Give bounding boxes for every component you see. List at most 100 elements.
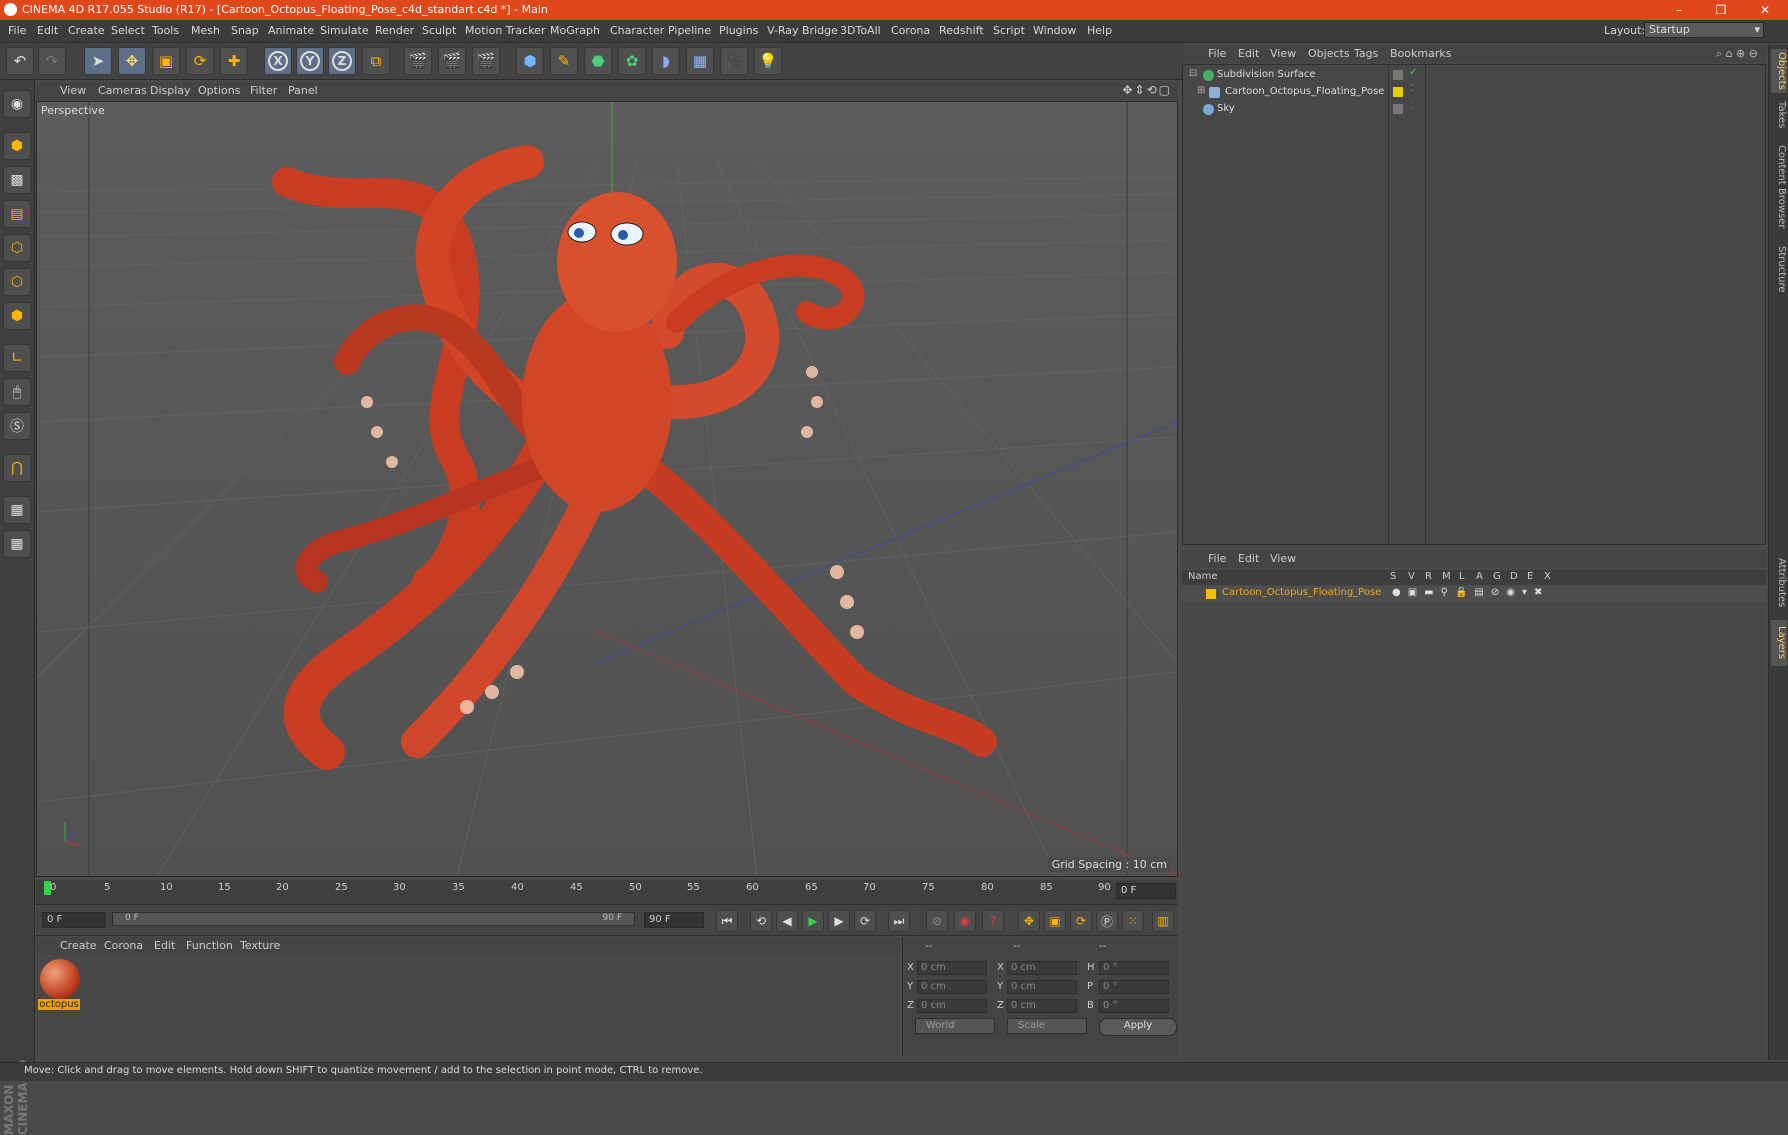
column-deformers[interactable]: D xyxy=(1510,571,1518,582)
cube-object-button[interactable]: ⬢ xyxy=(516,47,544,75)
planar-workplane-button[interactable]: ▦ xyxy=(3,530,31,558)
go-to-start-button[interactable]: ⏮ xyxy=(716,910,738,932)
previous-frame-button[interactable]: ◀ xyxy=(776,910,798,932)
layer-color-swatch[interactable] xyxy=(1206,589,1216,599)
workplane-mode-button[interactable]: ▤ xyxy=(3,200,31,228)
column-view[interactable]: V xyxy=(1408,571,1415,582)
obj-menu-tags[interactable]: Tags xyxy=(1354,47,1378,60)
start-frame-field[interactable]: 0 F xyxy=(42,912,106,928)
vp-menu-view[interactable]: View xyxy=(60,84,86,97)
visibility-icon[interactable] xyxy=(1393,70,1403,80)
redo-button[interactable]: ↷ xyxy=(38,47,66,75)
edges-mode-button[interactable]: ⬡ xyxy=(3,268,31,296)
dots-icon[interactable]: ⁚ xyxy=(1411,84,1414,94)
rotation-h-field[interactable]: 0 ° xyxy=(1099,961,1169,975)
end-frame-field[interactable]: 90 F xyxy=(644,912,704,928)
position-y-field[interactable]: 0 cm xyxy=(917,980,987,994)
move-tool-button[interactable]: ✥ xyxy=(118,47,146,75)
tab-attributes[interactable]: Attributes xyxy=(1771,550,1787,616)
key-scale-button[interactable]: ▣ xyxy=(1044,910,1066,932)
frame-range-slider[interactable]: 0 F 90 F xyxy=(112,912,635,926)
viewport-navigation-icons[interactable]: ✥⇕⟲▢ xyxy=(1122,83,1172,97)
dots-icon[interactable]: ⁚ xyxy=(1411,101,1414,111)
menu-mograph[interactable]: MoGraph xyxy=(550,24,600,37)
world-coordinates-button[interactable]: ⧉ xyxy=(362,47,390,75)
menu-select[interactable]: Select xyxy=(111,24,145,37)
vp-menu-options[interactable]: Options xyxy=(198,84,240,97)
visibility-icon[interactable] xyxy=(1393,104,1403,114)
select-tool-button[interactable]: ➤ xyxy=(84,47,112,75)
menu-render[interactable]: Render xyxy=(375,24,414,37)
tab-takes[interactable]: Takes xyxy=(1771,97,1787,133)
object-row[interactable]: ⊟ Subdivision Surface ✓ xyxy=(1183,67,1765,84)
perspective-viewport[interactable]: Perspective Grid Spacing : 10 cm xyxy=(36,101,1178,877)
lock-workplane-button[interactable]: ▦ xyxy=(3,496,31,524)
position-z-field[interactable]: 0 cm xyxy=(917,999,987,1013)
rotation-b-field[interactable]: 0 ° xyxy=(1099,999,1169,1013)
timeline-ruler[interactable]: 0 5 10 15 20 25 30 35 40 45 50 55 60 65 … xyxy=(36,880,1178,905)
record-keys-button[interactable]: ⊘ xyxy=(926,910,948,932)
next-key-button[interactable]: ⟳ xyxy=(854,910,876,932)
menu-file[interactable]: File xyxy=(8,24,26,37)
polygons-mode-button[interactable]: ⬢ xyxy=(3,302,31,330)
y-axis-button[interactable]: Y xyxy=(296,47,324,75)
menu-corona[interactable]: Corona xyxy=(891,24,930,37)
menu-plugins[interactable]: Plugins xyxy=(719,24,758,37)
floor-button[interactable]: ▦ xyxy=(686,47,714,75)
layout-select[interactable]: Startup ▾ xyxy=(1644,22,1764,38)
menu-animate[interactable]: Animate xyxy=(268,24,314,37)
vp-menu-display[interactable]: Display xyxy=(150,84,191,97)
tab-objects[interactable]: Objects xyxy=(1771,49,1787,93)
x-axis-button[interactable]: X xyxy=(264,47,292,75)
layer-menu-file[interactable]: File xyxy=(1208,552,1226,565)
menu-sculpt[interactable]: Sculpt xyxy=(422,24,456,37)
column-generators[interactable]: G xyxy=(1493,571,1501,582)
obj-menu-file[interactable]: File xyxy=(1208,47,1226,60)
keyframe-selection-button[interactable]: ? xyxy=(982,910,1004,932)
close-button[interactable]: ✕ xyxy=(1750,1,1780,19)
collapse-icon[interactable]: ⊟ xyxy=(1189,68,1197,79)
search-icon[interactable]: ⌕ ⌂ ⊕ ⊖ xyxy=(1716,47,1758,61)
previous-key-button[interactable]: ⟲ xyxy=(750,910,772,932)
vp-menu-panel[interactable]: Panel xyxy=(288,84,318,97)
magnet-button[interactable]: ⋂ xyxy=(3,454,31,482)
axis-mode-button[interactable]: ∟ xyxy=(3,344,31,372)
model-mode-button[interactable]: ⬢ xyxy=(3,132,31,160)
menu-simulate[interactable]: Simulate xyxy=(320,24,369,37)
checkmark-icon[interactable]: ✓ xyxy=(1409,67,1417,78)
layer-row[interactable]: Cartoon_Octopus_Floating_Pose ●▣▬⚲🔒▤⊘◉▾✖ xyxy=(1182,586,1766,602)
camera-button[interactable]: 🎥 xyxy=(720,47,748,75)
menu-redshift[interactable]: Redshift xyxy=(939,24,984,37)
layer-menu-edit[interactable]: Edit xyxy=(1238,552,1259,565)
mat-menu-corona[interactable]: Corona xyxy=(104,939,143,952)
column-locked[interactable]: L xyxy=(1459,571,1465,582)
menu-edit[interactable]: Edit xyxy=(37,24,58,37)
layer-menu-view[interactable]: View xyxy=(1270,552,1296,565)
render-picture-viewer-button[interactable]: 🎬 xyxy=(438,47,466,75)
menu-mesh[interactable]: Mesh xyxy=(191,24,220,37)
undo-button[interactable]: ↶ xyxy=(6,47,34,75)
render-settings-button[interactable]: 🎬 xyxy=(472,47,500,75)
obj-menu-edit[interactable]: Edit xyxy=(1238,47,1259,60)
column-expressions[interactable]: E xyxy=(1527,571,1533,582)
subdivision-surface-button[interactable]: ⬣ xyxy=(584,47,612,75)
apply-button[interactable]: Apply xyxy=(1099,1018,1177,1036)
rotation-p-field[interactable]: 0 ° xyxy=(1099,980,1169,994)
timeline-window-button[interactable]: ▥ xyxy=(1152,910,1174,932)
snapping-button[interactable]: Ⓢ xyxy=(3,412,31,440)
column-animation[interactable]: A xyxy=(1476,571,1483,582)
restore-button[interactable]: ❐ xyxy=(1706,1,1736,19)
column-xrefs[interactable]: X xyxy=(1544,571,1551,582)
key-parameter-button[interactable]: Ⓟ xyxy=(1096,910,1118,932)
scale-tool-button[interactable]: ▣ xyxy=(152,47,180,75)
menu-window[interactable]: Window xyxy=(1033,24,1076,37)
autokey-button[interactable]: ◉ xyxy=(954,910,976,932)
menu-motion-tracker[interactable]: Motion Tracker xyxy=(465,24,545,37)
size-mode-dropdown[interactable]: Scale xyxy=(1007,1018,1087,1034)
menu-pipeline[interactable]: Pipeline xyxy=(668,24,711,37)
mograph-cloner-button[interactable]: ✿ xyxy=(618,47,646,75)
menu-tools[interactable]: Tools xyxy=(152,24,179,37)
play-button[interactable]: ▶ xyxy=(802,910,824,932)
rotate-tool-button[interactable]: ⟳ xyxy=(186,47,214,75)
column-solo[interactable]: S xyxy=(1390,571,1396,582)
